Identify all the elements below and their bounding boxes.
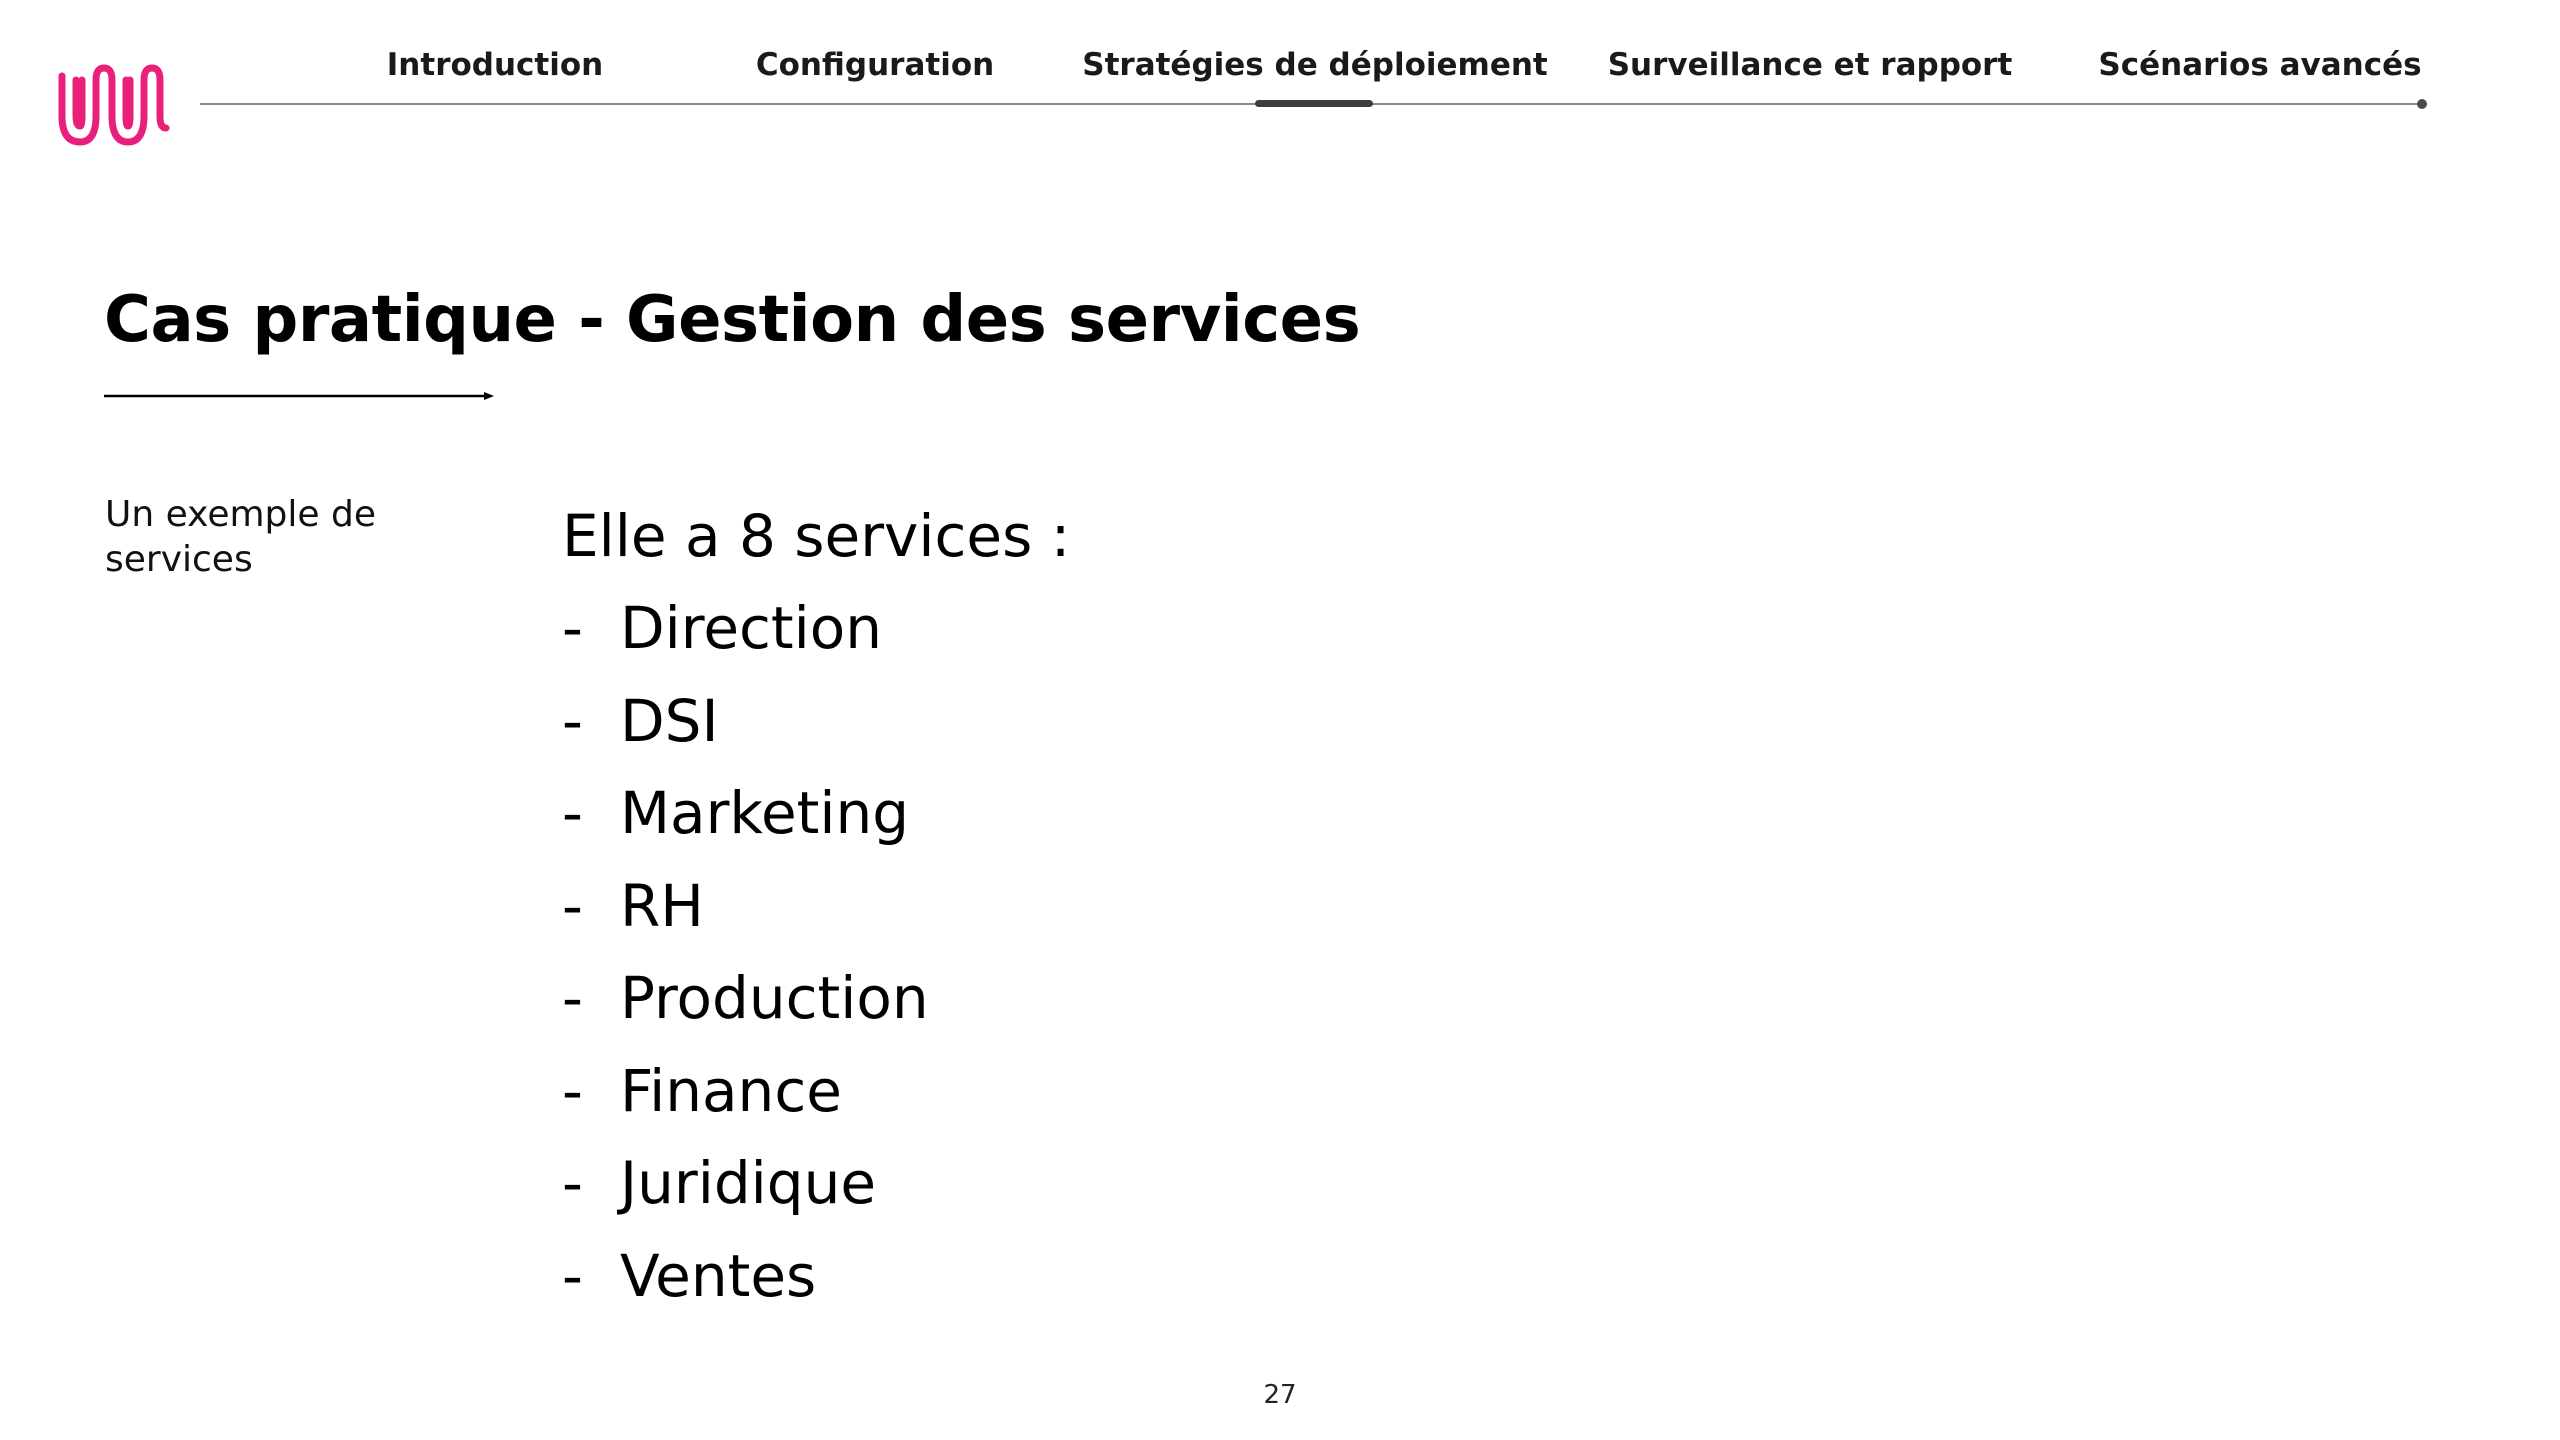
list-item: - Ventes — [562, 1230, 1070, 1323]
service-name: Juridique — [620, 1149, 877, 1217]
slide-body: Elle a 8 services : - Direction - DSI - … — [562, 490, 1070, 1322]
tab-surveillance-rapport[interactable]: Surveillance et rapport — [1600, 40, 2020, 90]
tab-label: Configuration — [755, 47, 995, 83]
bullet-dash: - — [562, 871, 583, 940]
bullet-dash: - — [562, 779, 583, 847]
bullet-dash: - — [562, 594, 583, 662]
bullet-dash: - — [562, 1056, 583, 1125]
tab-scenarios-avances[interactable]: Scénarios avancés — [2090, 40, 2430, 90]
bullet-dash: - — [562, 1241, 583, 1310]
bullet-dash: - — [562, 964, 583, 1032]
side-caption: Un exemple de services — [105, 494, 376, 580]
bullet-dash: - — [562, 686, 583, 755]
tab-label: Stratégies de déploiement — [1082, 47, 1548, 83]
list-item: - Finance — [562, 1045, 1070, 1138]
service-name: Marketing — [620, 779, 910, 847]
title-underline-arrow-icon — [104, 392, 494, 400]
service-name: DSI — [620, 686, 719, 755]
bullet-dash: - — [562, 1149, 583, 1217]
tab-label: Surveillance et rapport — [1607, 47, 2013, 83]
nav-line-end-dot — [2417, 99, 2427, 109]
list-item: - Juridique — [562, 1137, 1070, 1230]
tab-introduction[interactable]: Introduction — [340, 40, 650, 90]
list-item: - DSI — [562, 675, 1070, 768]
service-name: Direction — [620, 594, 883, 662]
list-item: - RH — [562, 860, 1070, 953]
list-item: - Marketing — [562, 767, 1070, 860]
wavy-squiggle-logo-icon — [58, 64, 170, 146]
service-list: - Direction - DSI - Marketing - RH - Pro… — [562, 582, 1070, 1322]
tab-strategies-deploiement[interactable]: Stratégies de déploiement — [1082, 40, 1547, 90]
service-name: Ventes — [620, 1241, 817, 1310]
list-item: - Direction — [562, 582, 1070, 675]
service-name: RH — [620, 871, 704, 940]
active-tab-indicator — [1255, 100, 1373, 107]
page-title: Cas pratique - Gestion des services — [104, 283, 1361, 357]
tab-label: Scénarios avancés — [2098, 47, 2422, 83]
list-item: - Production — [562, 952, 1070, 1045]
tab-configuration[interactable]: Configuration — [720, 40, 1030, 90]
tab-label: Introduction — [386, 47, 604, 83]
page-number: 27 — [1263, 1380, 1297, 1410]
intro-text: Elle a 8 services : — [562, 502, 1071, 570]
service-name: Production — [620, 964, 929, 1032]
service-name: Finance — [620, 1056, 842, 1125]
